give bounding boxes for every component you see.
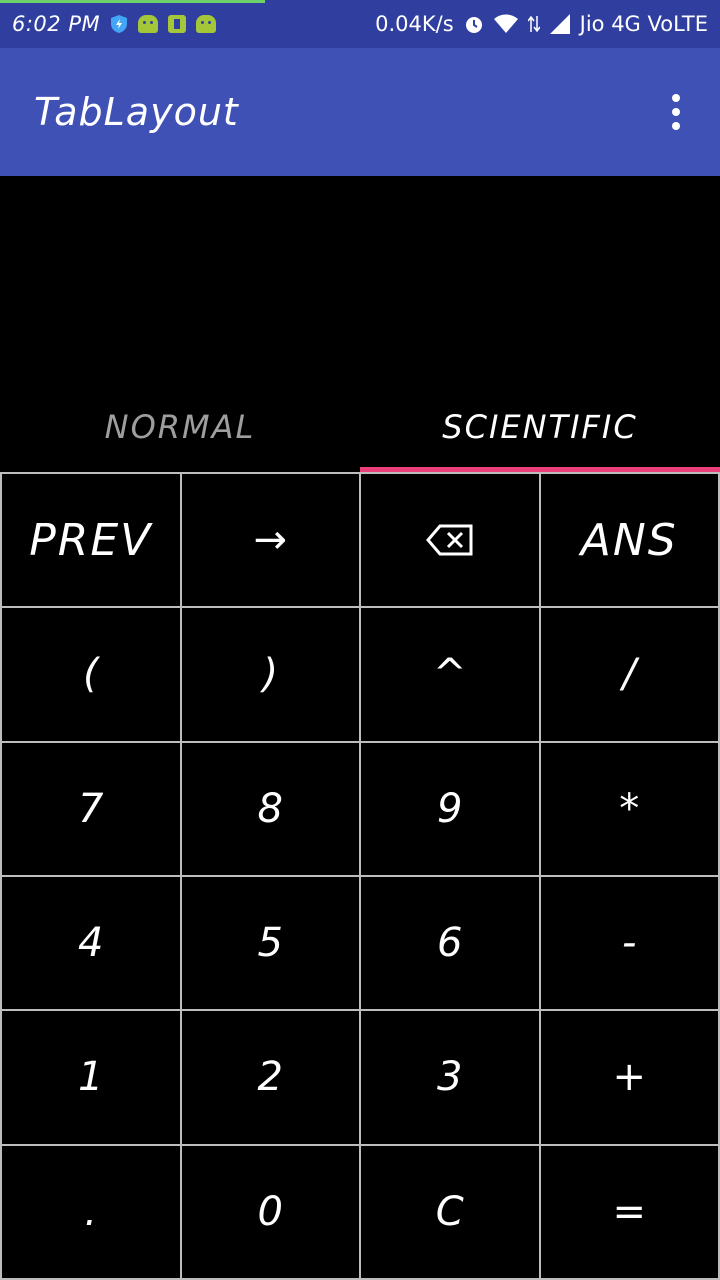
status-time: 6:02 PM bbox=[12, 12, 101, 36]
digit-6-button[interactable]: 6 bbox=[361, 876, 541, 1012]
tab-label: SCIENTIFIC bbox=[442, 408, 638, 446]
android-icon bbox=[138, 15, 159, 33]
status-right: 0.04K/s Jio 4G VoLTE bbox=[375, 12, 708, 36]
alarm-icon bbox=[464, 14, 484, 34]
digit-0-button[interactable]: 0 bbox=[181, 1145, 361, 1280]
power-button[interactable]: ^ bbox=[361, 608, 541, 743]
close-paren-button[interactable]: ) bbox=[181, 608, 361, 743]
data-transfer-icon bbox=[527, 14, 540, 34]
app-toolbar: TabLayout bbox=[0, 48, 720, 176]
digit-4-button[interactable]: 4 bbox=[2, 876, 182, 1012]
digit-8-button[interactable]: 8 bbox=[181, 742, 361, 877]
overflow-menu-icon[interactable] bbox=[668, 86, 684, 138]
wifi-icon bbox=[493, 14, 518, 34]
calculator-display bbox=[0, 176, 720, 382]
decimal-button[interactable]: . bbox=[2, 1145, 182, 1280]
carrier-name: Jio 4G VoLTE bbox=[579, 12, 708, 36]
subtract-button[interactable]: - bbox=[540, 876, 720, 1012]
status-bar: 6:02 PM 0.04K/s Jio 4G VoLTE bbox=[0, 0, 720, 48]
digit-3-button[interactable]: 3 bbox=[361, 1011, 541, 1146]
multiply-button[interactable]: * bbox=[540, 742, 720, 877]
toolbar-title: TabLayout bbox=[34, 90, 239, 134]
digit-5-button[interactable]: 5 bbox=[181, 876, 361, 1012]
add-button[interactable]: + bbox=[540, 1011, 720, 1146]
arrow-right-button[interactable]: → bbox=[181, 474, 361, 609]
digit-2-button[interactable]: 2 bbox=[181, 1011, 361, 1146]
backspace-icon bbox=[425, 524, 473, 556]
digit-9-button[interactable]: 9 bbox=[361, 742, 541, 877]
divide-button[interactable]: / bbox=[540, 608, 720, 743]
network-speed: 0.04K/s bbox=[375, 12, 454, 36]
open-paren-button[interactable]: ( bbox=[2, 608, 182, 743]
ans-button[interactable]: ANS bbox=[540, 474, 720, 609]
tab-label: NORMAL bbox=[104, 408, 256, 446]
prev-button[interactable]: PREV bbox=[2, 474, 182, 609]
tab-normal[interactable]: NORMAL bbox=[0, 382, 360, 472]
status-left: 6:02 PM bbox=[12, 12, 217, 36]
signal-icon bbox=[549, 14, 570, 34]
shield-icon bbox=[110, 14, 128, 34]
digit-7-button[interactable]: 7 bbox=[2, 742, 182, 877]
app-root: 6:02 PM 0.04K/s Jio 4G VoLTE TabLayout N… bbox=[0, 0, 720, 1280]
status-progress-line bbox=[0, 0, 265, 3]
backspace-button[interactable] bbox=[361, 474, 541, 609]
keypad: PREV → ANS ( ) ^ / 7 8 9 * 4 5 6 - 1 2 3… bbox=[0, 472, 720, 1280]
battery-saver-icon bbox=[168, 15, 187, 33]
android-icon bbox=[196, 15, 217, 33]
digit-1-button[interactable]: 1 bbox=[2, 1011, 182, 1146]
clear-button[interactable]: C bbox=[361, 1145, 541, 1280]
tab-bar: NORMAL SCIENTIFIC bbox=[0, 382, 720, 472]
equals-button[interactable]: = bbox=[540, 1145, 720, 1280]
tab-scientific[interactable]: SCIENTIFIC bbox=[360, 382, 720, 472]
